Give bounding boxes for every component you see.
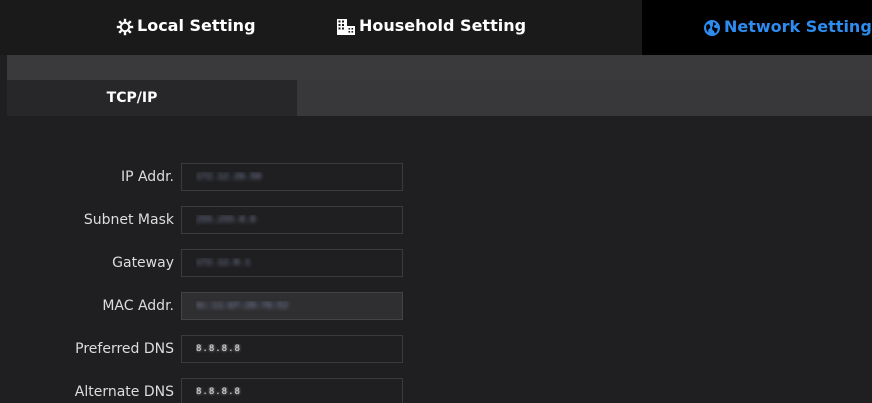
preferred-dns-input[interactable] [181,335,403,363]
form-row-mac-address: MAC Addr. [7,292,872,322]
sub-header-band [7,55,872,80]
form-row-ip-address: IP Addr. [7,163,872,193]
tab-network-setting[interactable]: Network Setting [642,0,872,55]
form-row-alternate-dns: Alternate DNS [7,378,872,403]
ip-address-label: IP Addr. [120,169,174,185]
gear-icon [116,18,134,36]
tcpip-form: IP Addr. Subnet Mask Gateway MAC Addr. P… [7,116,872,403]
tab-household-setting[interactable]: Household Setting [336,0,526,54]
building-icon [336,18,356,36]
tab-household-setting-label: Household Setting [359,16,527,35]
gateway-input[interactable] [181,249,403,277]
alternate-dns-input[interactable] [181,378,403,403]
tab-network-setting-label: Network Setting [724,17,872,36]
tab-local-setting-label: Local Setting [137,16,256,35]
tab-local-setting[interactable]: Local Setting [116,0,256,54]
form-row-gateway: Gateway [7,249,872,279]
alternate-dns-label: Alternate DNS [74,384,174,400]
mac-address-input [181,292,403,320]
form-row-subnet-mask: Subnet Mask [7,206,872,236]
subnet-mask-input[interactable] [181,206,403,234]
preferred-dns-label: Preferred DNS [75,341,174,357]
globe-icon [703,19,721,37]
ip-address-input[interactable] [181,163,403,191]
top-navigation: Local Setting Household Setting Network … [0,0,872,55]
mac-address-label: MAC Addr. [102,298,174,314]
gateway-label: Gateway [112,255,174,271]
app-frame: Local Setting Household Setting Network … [0,0,872,403]
form-row-preferred-dns: Preferred DNS [7,335,872,365]
subnet-mask-label: Subnet Mask [83,212,174,228]
subtab-tcpip[interactable]: TCP/IP [7,80,297,116]
